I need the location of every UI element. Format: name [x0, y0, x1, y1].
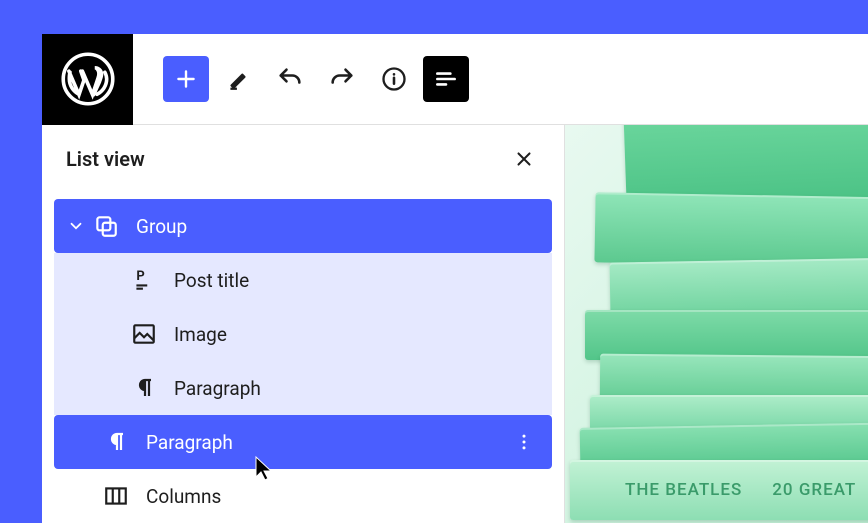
tree-item-paragraph-selected[interactable]: Paragraph: [54, 415, 552, 469]
toolbar-buttons: [139, 56, 469, 102]
tree-item-group[interactable]: Group: [54, 199, 552, 253]
paragraph-icon: [130, 374, 158, 402]
more-options-button[interactable]: [504, 422, 544, 462]
tree-item-label: Post title: [174, 269, 552, 292]
chevron-down-icon: [64, 217, 88, 235]
tree-item-post-title[interactable]: P Post title: [54, 253, 552, 307]
edit-button[interactable]: [215, 56, 261, 102]
undo-icon: [276, 65, 304, 93]
tree-item-label: Paragraph: [174, 377, 552, 400]
close-panel-button[interactable]: [508, 143, 540, 175]
tree-item-label: Columns: [146, 485, 552, 508]
columns-icon: [102, 482, 130, 510]
book-spine-text: THE BEATLES: [625, 480, 742, 500]
tree-item-paragraph[interactable]: Paragraph: [54, 361, 552, 415]
wordpress-icon: [61, 52, 115, 106]
plus-icon: [173, 66, 199, 92]
block-tree: Group P Post title Image: [42, 199, 564, 523]
add-block-button[interactable]: [163, 56, 209, 102]
paragraph-icon: [102, 428, 130, 456]
content-area: List view Group: [42, 125, 868, 523]
list-view-panel: List view Group: [42, 125, 565, 523]
close-icon: [513, 148, 535, 170]
wordpress-logo[interactable]: [42, 34, 133, 125]
image-icon: [130, 320, 158, 348]
book-spine-text: 20 GREAT: [772, 480, 856, 500]
list-view-button[interactable]: [423, 56, 469, 102]
tree-item-columns[interactable]: Columns: [54, 469, 552, 523]
panel-header: List view: [42, 125, 564, 199]
editor-toolbar: [42, 34, 868, 125]
undo-button[interactable]: [267, 56, 313, 102]
pencil-icon: [225, 66, 251, 92]
canvas-image: THE BEATLES 20 GREAT: [565, 125, 868, 523]
tree-item-label: Image: [174, 323, 552, 346]
nested-group: P Post title Image Para: [54, 253, 552, 415]
redo-icon: [328, 65, 356, 93]
tree-item-label: Group: [136, 215, 552, 238]
more-vertical-icon: [514, 432, 534, 452]
info-button[interactable]: [371, 56, 417, 102]
editor-canvas[interactable]: THE BEATLES 20 GREAT: [565, 125, 868, 523]
group-icon: [92, 212, 120, 240]
tree-item-image[interactable]: Image: [54, 307, 552, 361]
panel-title: List view: [66, 147, 145, 171]
list-view-icon: [433, 66, 459, 92]
redo-button[interactable]: [319, 56, 365, 102]
editor-window: List view Group: [42, 34, 868, 516]
svg-text:P: P: [136, 269, 144, 284]
info-icon: [380, 65, 408, 93]
post-title-icon: P: [130, 266, 158, 294]
tree-item-label: Paragraph: [146, 431, 504, 454]
